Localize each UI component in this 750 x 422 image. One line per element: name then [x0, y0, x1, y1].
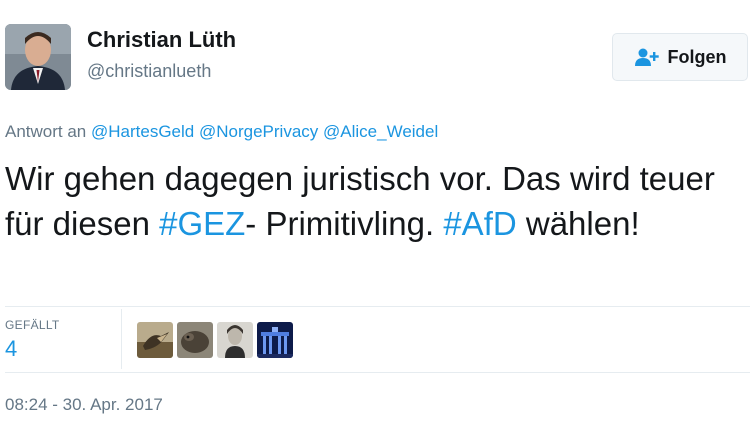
follow-button[interactable]: Folgen — [612, 33, 748, 81]
author-handle[interactable]: @christianlueth — [87, 61, 211, 82]
liker-avatar[interactable] — [177, 322, 213, 358]
author-avatar[interactable] — [5, 24, 71, 90]
mention-link[interactable]: @NorgePrivacy — [199, 122, 318, 141]
likes-count[interactable]: 4 — [5, 336, 17, 362]
stat-separator — [121, 309, 122, 369]
liker-avatar[interactable] — [257, 322, 293, 358]
author-photo-icon — [5, 24, 71, 90]
reply-context: Antwort an @HartesGeld @NorgePrivacy @Al… — [5, 122, 438, 142]
tweet-text: Wir gehen dagegen juristisch vor. Das wi… — [5, 156, 745, 246]
author-name[interactable]: Christian Lüth — [87, 27, 236, 53]
hashtag-link[interactable]: #GEZ — [159, 205, 245, 242]
tweet-text-segment: - Primitivling. — [245, 205, 444, 242]
liker-avatar[interactable] — [217, 322, 253, 358]
reply-prefix: Antwort an — [5, 122, 87, 141]
hashtag-link[interactable]: #AfD — [443, 205, 516, 242]
likes-label[interactable]: GEFÄLLT — [5, 318, 60, 332]
mention-link[interactable]: @Alice_Weidel — [323, 122, 438, 141]
tweet-text-segment: wählen! — [516, 205, 640, 242]
add-user-icon — [634, 47, 660, 67]
bird-photo-avatar — [137, 322, 173, 358]
liker-avatar[interactable] — [137, 322, 173, 358]
brandenburg-gate-avatar — [257, 322, 293, 358]
divider — [5, 306, 750, 307]
tweet-card: Christian Lüth @christianlueth Folgen An… — [0, 0, 750, 422]
divider — [5, 372, 750, 373]
tweet-timestamp[interactable]: 08:24 - 30. Apr. 2017 — [5, 395, 163, 415]
portrait-photo-avatar — [217, 322, 253, 358]
follow-button-label: Folgen — [667, 46, 727, 67]
mention-link[interactable]: @HartesGeld — [91, 122, 194, 141]
animal-photo-avatar — [177, 322, 213, 358]
